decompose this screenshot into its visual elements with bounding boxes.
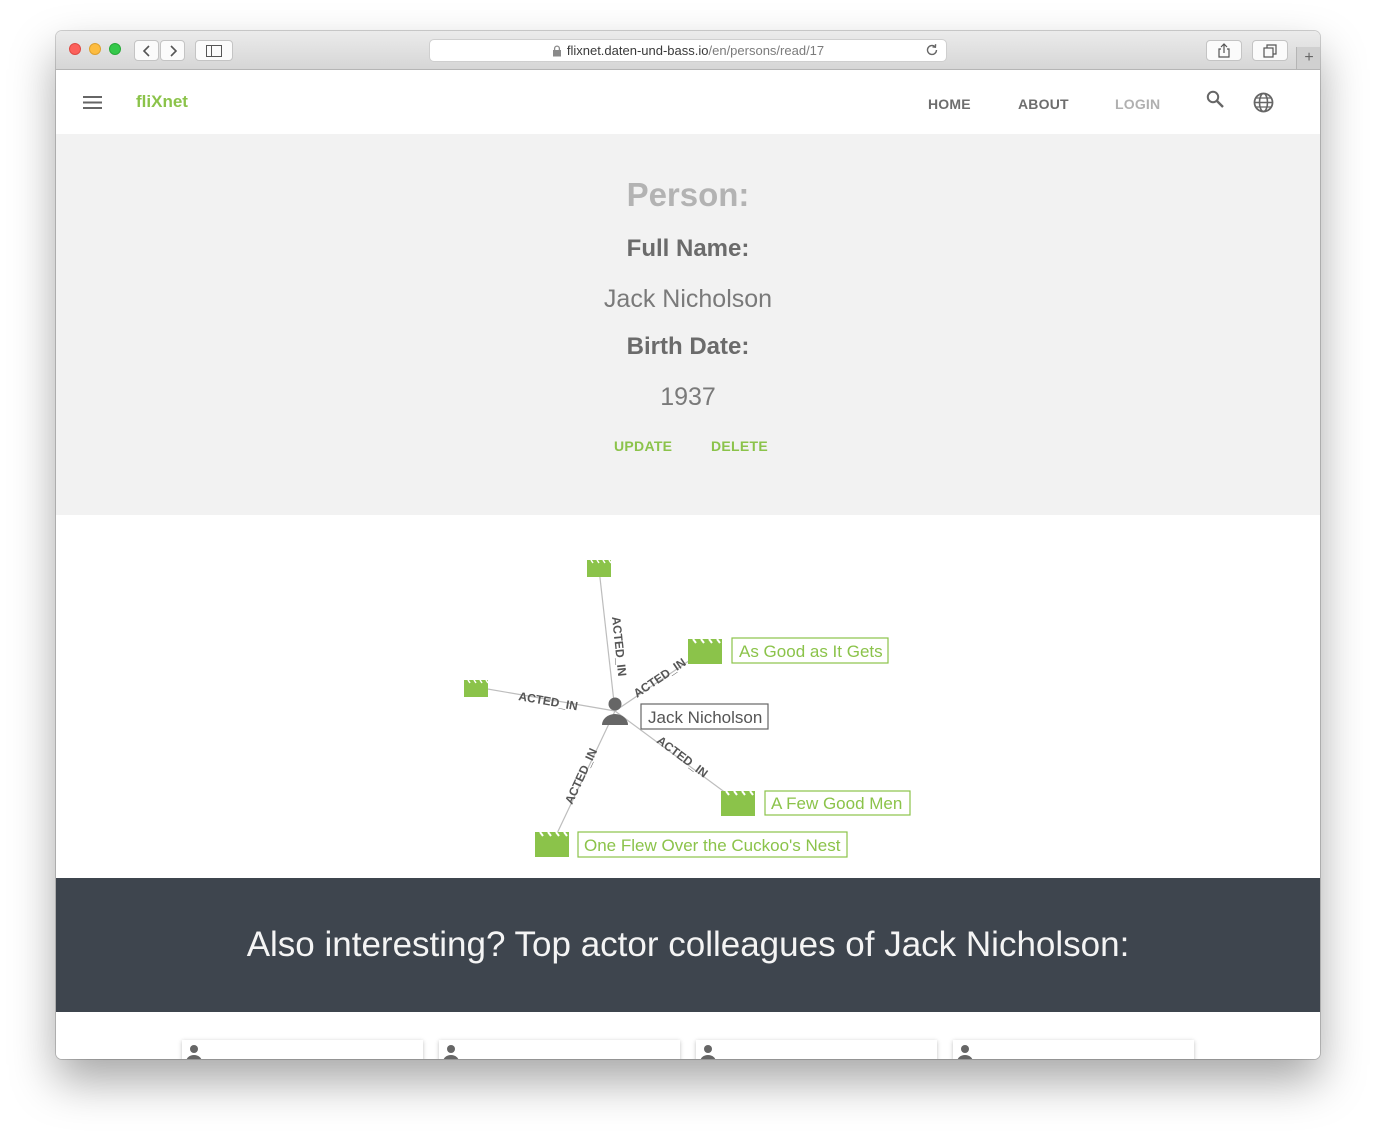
- movie-node-icon[interactable]: [463, 679, 489, 698]
- edge-label: ACTED_IN: [609, 616, 629, 677]
- edge-label: ACTED_IN: [562, 746, 600, 806]
- plus-icon: +: [1304, 49, 1314, 66]
- tabs-overview-button[interactable]: [1252, 40, 1288, 61]
- forward-button[interactable]: [160, 40, 185, 61]
- edge-label: ACTED_IN: [654, 733, 710, 780]
- address-bar[interactable]: flixnet.daten-und-bass.io/en/persons/rea…: [429, 39, 947, 62]
- colleagues-banner: Also interesting? Top actor colleagues o…: [56, 878, 1320, 1012]
- colleague-card[interactable]: [439, 1040, 680, 1059]
- new-tab-button[interactable]: +: [1296, 47, 1320, 69]
- share-icon: [1218, 43, 1230, 58]
- birth-date-value: 1937: [660, 383, 716, 411]
- close-window-button[interactable]: [69, 43, 81, 55]
- movie-label[interactable]: One Flew Over the Cuckoo's Nest: [584, 836, 841, 855]
- colleague-card[interactable]: [182, 1040, 423, 1059]
- reload-icon[interactable]: [924, 42, 940, 58]
- colleague-card[interactable]: [953, 1040, 1194, 1059]
- colleagues-heading: Also interesting? Top actor colleagues o…: [246, 925, 1130, 964]
- sidebar-icon: [206, 44, 222, 57]
- minimize-window-button[interactable]: [89, 43, 101, 55]
- person-icon: [957, 1045, 973, 1059]
- person-icon: [443, 1045, 459, 1059]
- full-name-value: Jack Nicholson: [603, 285, 773, 313]
- movie-node-icon[interactable]: [720, 790, 756, 817]
- movie-label[interactable]: As Good as It Gets: [739, 642, 883, 661]
- sidebar-toggle-button[interactable]: [195, 40, 233, 61]
- browser-toolbar: flixnet.daten-und-bass.io/en/persons/rea…: [56, 31, 1320, 70]
- update-button[interactable]: UPDATE: [614, 438, 672, 454]
- movie-label[interactable]: A Few Good Men: [771, 794, 902, 813]
- url-path: /en/persons/read/17: [708, 43, 825, 58]
- share-button[interactable]: [1206, 40, 1242, 61]
- chevron-left-icon: [142, 44, 150, 57]
- back-button[interactable]: [134, 40, 159, 61]
- menu-icon[interactable]: [83, 96, 102, 109]
- delete-button[interactable]: DELETE: [711, 438, 768, 454]
- person-icon: [700, 1045, 716, 1059]
- colleague-cards: [56, 1012, 1320, 1059]
- person-icon: [186, 1045, 202, 1059]
- zoom-window-button[interactable]: [109, 43, 121, 55]
- chevron-right-icon: [169, 44, 177, 57]
- colleague-card[interactable]: [696, 1040, 937, 1059]
- nav-home-link[interactable]: HOME: [928, 96, 971, 112]
- nav-login-link[interactable]: LOGIN: [1115, 96, 1160, 112]
- relationship-graph: ACTED_IN ACTED_IN ACTED_IN ACTED_IN ACTE…: [56, 515, 1320, 878]
- search-icon[interactable]: [1206, 90, 1225, 109]
- movie-node-icon[interactable]: [586, 559, 612, 578]
- person-details: Person: Full Name: Jack Nicholson Birth …: [56, 134, 1320, 515]
- page-title: Person:: [626, 176, 750, 213]
- edge-label: ACTED_IN: [517, 689, 579, 713]
- nav-about-link[interactable]: ABOUT: [1018, 96, 1069, 112]
- browser-window: flixnet.daten-und-bass.io/en/persons/rea…: [56, 31, 1320, 1059]
- brand-logo[interactable]: fliXnet: [136, 92, 188, 112]
- person-label[interactable]: Jack Nicholson: [648, 708, 762, 727]
- movie-node-icon[interactable]: [687, 638, 723, 665]
- movie-node-icon[interactable]: [534, 831, 570, 858]
- edge-label: ACTED_IN: [631, 655, 689, 700]
- site-navbar: fliXnet HOME ABOUT LOGIN: [56, 70, 1320, 134]
- url-host: flixnet.daten-und-bass.io: [566, 43, 709, 58]
- globe-icon[interactable]: [1253, 92, 1274, 113]
- birth-date-label: Birth Date:: [626, 333, 750, 360]
- graph-canvas[interactable]: ACTED_IN ACTED_IN ACTED_IN ACTED_IN ACTE…: [56, 515, 1320, 878]
- tabs-icon: [1263, 43, 1277, 58]
- full-name-label: Full Name:: [626, 235, 750, 262]
- lock-icon: [552, 44, 561, 56]
